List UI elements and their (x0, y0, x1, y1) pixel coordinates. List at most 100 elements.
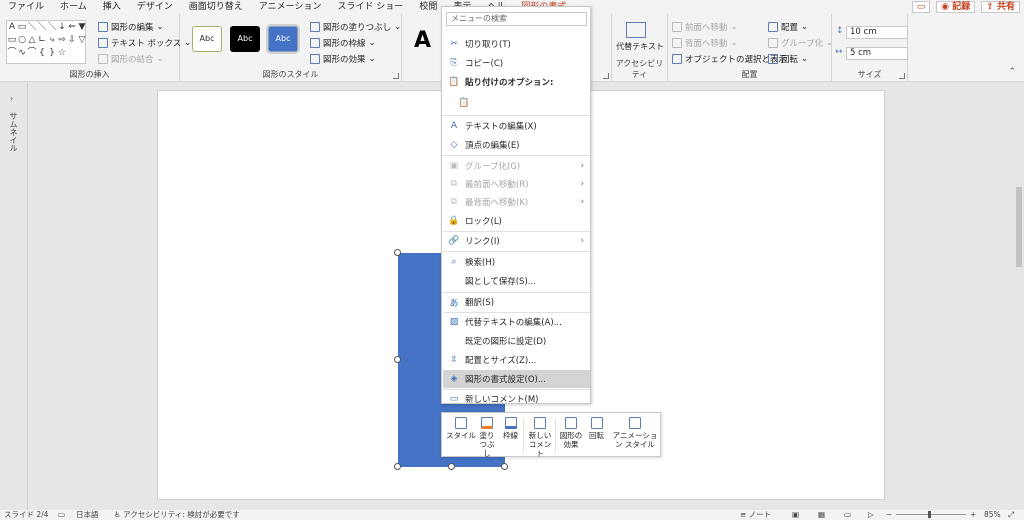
mini-new-comment-button[interactable]: 新しいコメント (528, 417, 552, 458)
tab-slideshow[interactable]: スライド ショー (329, 0, 411, 14)
vertical-scrollbar[interactable] (1014, 83, 1024, 510)
scrollbar-thumb[interactable] (1016, 187, 1022, 267)
slide-sorter-icon[interactable]: ▦ (818, 510, 825, 520)
slideshow-icon[interactable]: ▷ (868, 510, 874, 520)
shape-outline-button[interactable]: 図形の枠線 ⌄ (310, 37, 376, 49)
comment-icon[interactable]: ▭ (911, 1, 931, 13)
shape-item[interactable]: ▼ (77, 21, 87, 34)
shape-item[interactable]: ⌒ (7, 47, 17, 60)
group-button[interactable]: グループ化 ⌄ (768, 37, 833, 49)
zoom-slider[interactable] (896, 514, 966, 515)
bring-forward-button[interactable]: 前面へ移動 ⌄ (672, 21, 738, 33)
menu-item-format-shape[interactable]: ◈ 図形の書式設定(O)... (443, 370, 590, 388)
menu-item-save-as-picture[interactable]: 図として保存(S)... (443, 272, 590, 290)
zoom-in-button[interactable]: + (970, 510, 976, 520)
tab-home[interactable]: ホーム (52, 0, 95, 14)
collapse-ribbon-icon[interactable]: ⌃ (1008, 67, 1016, 77)
shape-item[interactable]: ＼ (27, 21, 37, 34)
shape-style-black[interactable]: Abc (230, 26, 260, 52)
dialog-launcher[interactable] (393, 73, 399, 79)
menu-item-send-back[interactable]: ⧉ 最背面へ移動(K) › (443, 193, 590, 211)
menu-item-edit-alt-text[interactable]: ▨ 代替テキストの編集(A)... (443, 313, 590, 331)
normal-view-icon[interactable]: ▣ (792, 510, 799, 520)
record-button[interactable]: ◉ 記録 (936, 1, 976, 13)
merge-shapes-button[interactable]: 図形の結合 ⌄ (98, 53, 164, 65)
menu-item-edit-points[interactable]: ◇ 頂点の編集(E) (443, 136, 590, 154)
shape-item[interactable]: ∟ (37, 34, 47, 47)
menu-item-paste-keep[interactable]: 📋 (443, 94, 590, 112)
dialog-launcher[interactable] (899, 73, 905, 79)
language-indicator[interactable]: 日本語 (76, 510, 99, 520)
shape-style-white[interactable]: Abc (192, 26, 222, 52)
spell-check-icon[interactable]: ▭ (58, 510, 65, 520)
notes-button[interactable]: ≡ ノート (740, 510, 771, 520)
menu-item-translate[interactable]: あ翻訳(S) (443, 293, 590, 311)
shape-style-blue[interactable]: Abc (268, 26, 298, 52)
shape-effects-button[interactable]: 図形の効果 ⌄ (310, 53, 376, 65)
alt-text-button[interactable]: 代替テキスト (616, 42, 664, 52)
shape-item[interactable]: ▭ (7, 34, 17, 47)
shape-item[interactable]: { (37, 47, 47, 60)
mini-animation-button[interactable]: アニメーション スタイル (612, 417, 658, 449)
resize-handle-se[interactable] (501, 463, 508, 470)
accessibility-status-button[interactable]: ♿ アクセシビリティ: 検討が必要です (114, 510, 240, 520)
mini-outline-button[interactable]: 枠線 (503, 417, 518, 440)
menu-item-lock[interactable]: 🔒 ロック(L) (443, 212, 590, 230)
shape-item[interactable]: ⇐ (67, 21, 77, 34)
mini-fill-button[interactable]: 塗りつぶし (476, 417, 498, 458)
menu-item-set-default-shape[interactable]: 既定の図形に設定(D) (443, 332, 590, 350)
shape-item[interactable]: ⤷ (47, 34, 57, 47)
shape-item[interactable]: ⇨ (57, 34, 67, 47)
shapes-gallery[interactable]: A ▭ ＼ ＼ ＼ ↓ ⇐ ▼ ▭ ○ △ ∟ ⤷ ⇨ ⇩ ▽ ⌒ ∿ ⌒ { … (6, 20, 86, 64)
menu-item-new-comment[interactable]: ▭ 新しいコメント(M) (443, 390, 590, 408)
resize-handle-sw[interactable] (394, 463, 401, 470)
reading-view-icon[interactable]: ▭ (844, 510, 851, 520)
shape-item[interactable]: ☆ (57, 47, 67, 60)
width-field[interactable]: 5 cm (846, 47, 908, 60)
text-box-button[interactable]: テキスト ボックス ⌄ (98, 37, 191, 49)
zoom-slider-thumb[interactable] (928, 511, 931, 518)
shape-item[interactable]: ↓ (57, 21, 67, 34)
tab-design[interactable]: デザイン (129, 0, 181, 14)
shape-item[interactable]: ＼ (47, 21, 57, 34)
shape-item[interactable]: ⇩ (67, 34, 77, 47)
mini-style-button[interactable]: スタイル (446, 417, 476, 440)
tab-transitions[interactable]: 画面切り替え (181, 0, 251, 14)
shape-item[interactable]: ▭ (17, 21, 27, 34)
menu-item-copy[interactable]: ⎘ コピー(C) (443, 54, 590, 72)
fit-slide-icon[interactable]: ⤢ (1008, 510, 1014, 520)
mini-effects-button[interactable]: 図形の効果 (559, 417, 583, 449)
resize-handle-w[interactable] (394, 356, 401, 363)
menu-item-link[interactable]: 🔗 リンク(I) › (443, 232, 590, 250)
menu-item-cut[interactable]: ✂ 切り取り(T) (443, 35, 590, 53)
tab-animations[interactable]: アニメーション (251, 0, 330, 14)
wordart-sample[interactable]: A (414, 28, 431, 53)
shape-item[interactable]: ∿ (17, 47, 27, 60)
resize-handle-s[interactable] (448, 463, 455, 470)
menu-search-input[interactable]: メニューの検索 (446, 12, 587, 26)
tab-insert[interactable]: 挿入 (95, 0, 129, 14)
dialog-launcher[interactable] (603, 73, 609, 79)
mini-rotate-button[interactable]: 回転 (589, 417, 604, 440)
share-button[interactable]: ⇪ 共有 (981, 1, 1020, 13)
zoom-level[interactable]: 85% (984, 510, 1001, 520)
tab-file[interactable]: ファイル (0, 0, 52, 14)
shape-item[interactable]: ▽ (77, 34, 87, 47)
send-backward-button[interactable]: 背面へ移動 ⌄ (672, 37, 738, 49)
menu-item-edit-text[interactable]: A テキストの編集(X) (443, 117, 590, 135)
menu-item-bring-front[interactable]: ⧉ 最前面へ移動(R) › (443, 175, 590, 193)
shape-item[interactable]: ⌒ (27, 47, 37, 60)
shape-item[interactable]: △ (27, 34, 37, 47)
menu-item-search[interactable]: ⌕ 検索(H) (443, 253, 590, 271)
zoom-out-button[interactable]: − (886, 510, 892, 520)
shape-item[interactable]: A (7, 21, 17, 34)
shape-fill-button[interactable]: 図形の塗りつぶし ⌄ (310, 21, 401, 33)
edit-shape-button[interactable]: 図形の編集 ⌄ (98, 21, 164, 33)
menu-item-group[interactable]: ▣ グループ化(G) › (443, 157, 590, 175)
resize-handle-nw[interactable] (394, 249, 401, 256)
align-button[interactable]: 配置 ⌄ (768, 21, 808, 33)
shape-item[interactable]: ○ (17, 34, 27, 47)
shape-item[interactable]: } (47, 47, 57, 60)
expand-thumbnails-button[interactable]: › (10, 94, 13, 103)
menu-item-size-position[interactable]: ⇳ 配置とサイズ(Z)... (443, 351, 590, 369)
